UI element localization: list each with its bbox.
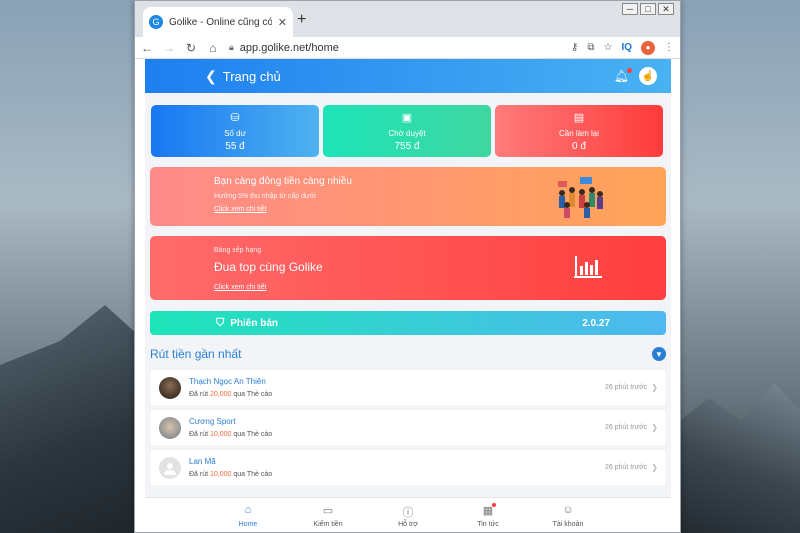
translate-icon[interactable]: ⧉	[587, 42, 594, 53]
avatar	[159, 416, 181, 439]
chevron-right-icon: ❯	[651, 463, 658, 472]
nav-label: Tin tức	[477, 521, 499, 528]
user-avatar-icon[interactable]: ☝	[639, 67, 657, 85]
background-mountain-left	[0, 305, 150, 533]
nav-earn[interactable]: ▭ Kiếm tiền	[288, 498, 368, 532]
version-label: Phiên bản	[230, 317, 279, 329]
reload-icon[interactable]: ↻	[185, 41, 197, 55]
ranking-banner[interactable]: Bảng xếp hạng Đua top cùng Golike Click …	[150, 236, 666, 300]
user-placeholder-icon	[164, 462, 176, 475]
item-detail: Đã rút 20,000 qua Thẻ cào	[189, 391, 273, 398]
bell-icon[interactable]: 🔔︎	[614, 68, 632, 83]
browser-toolbar: ← → ↻ ⌂ 🔒︎ app.golike.net/home ⚷ ⧉ ☆ IQ …	[135, 37, 680, 59]
money-icon: ▣	[401, 112, 413, 124]
withdraw-list: Thạch Ngọc An Thiên Đã rút 20,000 qua Th…	[145, 361, 671, 485]
withdraw-section-header: Rút tiền gần nhất ▼	[145, 335, 671, 361]
nav-label: Tài khoản	[552, 521, 584, 528]
url-text: app.golike.net/home	[239, 41, 339, 54]
app-header: ❮ Trang chủ 🔔︎ ☝	[145, 59, 671, 93]
browser-tab[interactable]: G Golike - Online cũng có thêm thu nhập …	[143, 7, 293, 37]
item-name: Thạch Ngọc An Thiên	[189, 377, 266, 386]
back-chevron-icon[interactable]: ❮	[205, 68, 217, 85]
forward-arrow-icon[interactable]: →	[163, 41, 175, 55]
item-time: 26 phút trước	[604, 384, 648, 391]
crowd-illustration-icon	[558, 177, 603, 218]
item-detail: Đã rút 10,000 qua Thẻ cào	[189, 431, 273, 438]
stats-row: ⛁ Số dư 55 đ ▣ Chờ duyệt 755 đ ▤ Cần làm…	[145, 93, 671, 157]
maximize-icon[interactable]: □	[640, 3, 656, 15]
briefcase-icon: ▤	[573, 112, 585, 124]
minimize-icon[interactable]: ─	[622, 3, 638, 15]
golike-favicon-icon: G	[149, 15, 163, 29]
browser-window: G Golike - Online cũng có thêm thu nhập …	[134, 0, 681, 533]
home-icon[interactable]: ⌂	[207, 41, 219, 55]
help-circle-icon: ⓘ	[402, 507, 414, 519]
stat-value: 755 đ	[394, 141, 420, 152]
star-icon[interactable]: ☆	[603, 42, 612, 53]
menu-kebab-icon[interactable]: ⋮	[664, 42, 674, 53]
iq-extension-icon[interactable]: IQ	[621, 42, 632, 53]
stat-redo[interactable]: ▤ Cần làm lại 0 đ	[495, 105, 663, 157]
ranking-banner-label: Bảng xếp hạng	[214, 247, 262, 254]
extension-icon[interactable]: ●	[641, 40, 655, 55]
item-detail: Đã rút 10,000 qua Thẻ cào	[189, 471, 273, 478]
lock-icon: 🔒︎	[229, 42, 234, 52]
notification-dot	[492, 503, 496, 507]
toolbar-actions: ⚷ ⧉ ☆ IQ ● ⋮	[571, 40, 674, 55]
item-time: 26 phút trước	[604, 424, 648, 431]
nav-news[interactable]: ▦ Tin tức	[448, 498, 528, 532]
invite-banner[interactable]: Bạn càng đông tiền càng nhiều Hưởng 5% t…	[150, 167, 666, 226]
nav-account[interactable]: ☺ Tài khoản	[528, 498, 608, 532]
chevron-right-icon: ❯	[651, 423, 658, 432]
new-tab-icon[interactable]: +	[297, 11, 306, 29]
home-icon: ⌂	[244, 504, 252, 516]
page-title[interactable]: Trang chủ	[223, 69, 614, 84]
tab-strip: G Golike - Online cũng có thêm thu nhập …	[135, 1, 680, 37]
nav-support[interactable]: ⓘ Hỗ trợ	[368, 498, 448, 532]
stat-value: 55 đ	[225, 141, 245, 152]
window-controls: ─ □ ✕	[622, 3, 674, 15]
nav-home[interactable]: ⌂ Home	[208, 498, 288, 532]
nav-label: Home	[238, 521, 258, 528]
stat-label: Cần làm lại	[558, 129, 599, 138]
coins-icon: ⛁	[230, 112, 240, 124]
bar-chart-icon	[574, 256, 602, 278]
item-time: 26 phút trước	[604, 464, 648, 471]
list-item[interactable]: Thạch Ngọc An Thiên Đã rút 20,000 qua Th…	[150, 370, 666, 405]
stat-pending[interactable]: ▣ Chờ duyệt 755 đ	[323, 105, 491, 157]
chevron-right-icon: ❯	[651, 383, 658, 392]
folder-icon: ▭	[322, 505, 334, 517]
user-icon: ☺	[562, 504, 574, 516]
bottom-navigation: ⌂ Home ▭ Kiếm tiền ⓘ Hỗ trợ ▦ Tin tức ☺ …	[145, 497, 671, 532]
item-name: Lan Mã	[189, 457, 216, 466]
avatar	[159, 376, 181, 399]
back-arrow-icon[interactable]: ←	[141, 41, 153, 55]
app-page: ❮ Trang chủ 🔔︎ ☝ ⛁ Số dư 55 đ ▣ Chờ duyệ…	[145, 59, 671, 532]
tab-close-icon[interactable]: ✕	[278, 16, 287, 29]
nav-label: Kiếm tiền	[313, 521, 343, 528]
tab-title: Golike - Online cũng có thêm thu nhập	[169, 16, 272, 28]
address-bar[interactable]: 🔒︎ app.golike.net/home	[229, 39, 561, 57]
nav-label: Hỗ trợ	[398, 521, 418, 528]
notification-dot	[627, 68, 632, 73]
list-item[interactable]: Cương Sport Đã rút 10,000 qua Thẻ cào 26…	[150, 410, 666, 445]
chevron-down-icon[interactable]: ▼	[652, 347, 666, 361]
background-mountain-right	[670, 383, 800, 533]
avatar	[159, 456, 181, 479]
stat-value: 0 đ	[572, 141, 586, 152]
key-icon[interactable]: ⚷	[571, 42, 578, 53]
ranking-banner-link[interactable]: Click xem chi tiết	[214, 284, 666, 291]
version-bar: ⛉ Phiên bản 2.0.27	[150, 311, 666, 335]
window-close-icon[interactable]: ✕	[658, 3, 674, 15]
stat-balance[interactable]: ⛁ Số dư 55 đ	[151, 105, 319, 157]
shield-check-icon: ⛉	[216, 316, 225, 329]
version-value: 2.0.27	[582, 317, 610, 329]
stat-label: Chờ duyệt	[388, 129, 426, 138]
list-item[interactable]: Lan Mã Đã rút 10,000 qua Thẻ cào 26 phút…	[150, 450, 666, 485]
withdraw-section-title: Rút tiền gần nhất	[150, 347, 242, 361]
item-name: Cương Sport	[189, 417, 236, 426]
stat-label: Số dư	[224, 129, 246, 138]
